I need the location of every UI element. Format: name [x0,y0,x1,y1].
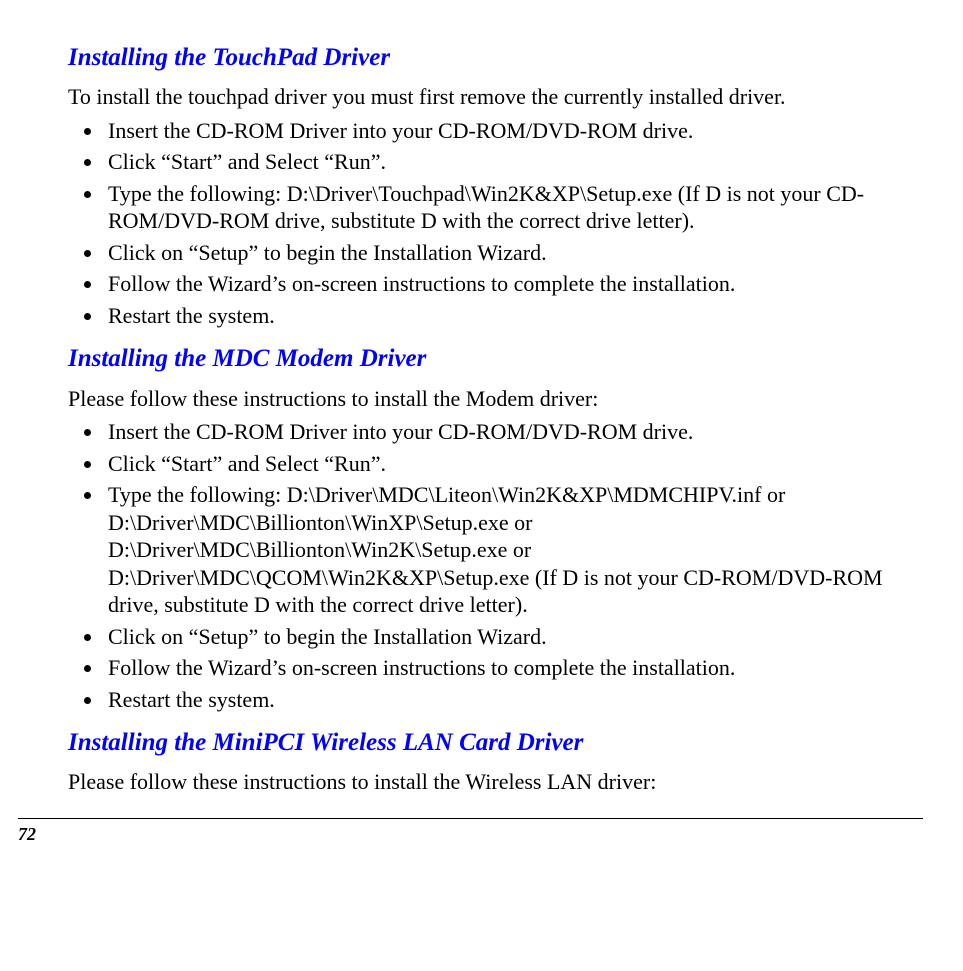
list-item: Click “Start” and Select “Run”. [104,450,933,478]
section-intro: Please follow these instructions to inst… [68,385,933,413]
section-heading: Installing the TouchPad Driver [68,42,933,73]
section-heading: Installing the MiniPCI Wireless LAN Card… [68,727,933,758]
list-item: Insert the CD-ROM Driver into your CD-RO… [104,117,933,145]
page-number: 72 [18,823,933,846]
section-intro: Please follow these instructions to inst… [68,768,933,796]
section-intro: To install the touchpad driver you must … [68,83,933,111]
list-item: Type the following: D:\Driver\Touchpad\W… [104,180,933,235]
list-item: Restart the system. [104,686,933,714]
list-item: Type the following: D:\Driver\MDC\Liteon… [104,481,933,619]
list-item: Follow the Wizard’s on-screen instructio… [104,270,933,298]
list-item: Click on “Setup” to begin the Installati… [104,623,933,651]
list-item: Click “Start” and Select “Run”. [104,148,933,176]
list-item: Follow the Wizard’s on-screen instructio… [104,654,933,682]
section-heading: Installing the MDC Modem Driver [68,343,933,374]
bullet-list: Insert the CD-ROM Driver into your CD-RO… [68,418,933,713]
list-item: Insert the CD-ROM Driver into your CD-RO… [104,418,933,446]
list-item: Click on “Setup” to begin the Installati… [104,239,933,267]
page-divider [18,818,923,819]
list-item: Restart the system. [104,302,933,330]
bullet-list: Insert the CD-ROM Driver into your CD-RO… [68,117,933,330]
